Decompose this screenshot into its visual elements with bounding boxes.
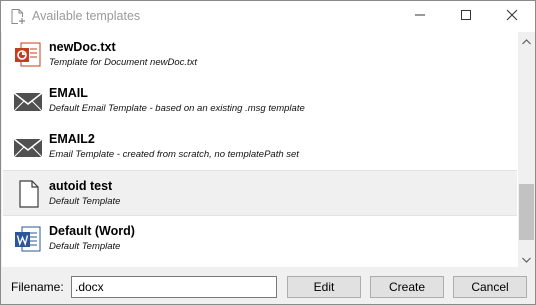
template-item-newdoc[interactable]: newDoc.txt Template for Document newDoc.… [3, 32, 517, 78]
create-button[interactable]: Create [370, 276, 444, 298]
word-document-icon [13, 224, 43, 254]
maximize-button[interactable] [443, 1, 489, 32]
template-item-email2[interactable]: EMAIL2 Email Template - created from scr… [3, 124, 517, 170]
template-description: Email Template - created from scratch, n… [49, 149, 299, 160]
template-name: Default (Word) [49, 224, 135, 238]
template-description: Default Template [49, 241, 121, 252]
template-name: newDoc.txt [49, 40, 116, 54]
minimize-button[interactable] [397, 1, 443, 32]
window-title: Available templates [32, 9, 141, 23]
template-description: Default Template [49, 196, 121, 207]
template-name: autoid test [49, 179, 113, 193]
close-icon [506, 8, 518, 26]
envelope-icon [13, 86, 43, 116]
blank-document-icon [13, 179, 43, 209]
template-item-default-word[interactable]: Default (Word) Default Template [3, 216, 517, 262]
maximize-icon [460, 8, 472, 26]
template-item-autoid-test[interactable]: autoid test Default Template [3, 170, 517, 216]
scroll-down-button[interactable] [518, 250, 535, 267]
presentation-doc-icon [13, 40, 43, 70]
template-description: Default Email Template - based on an exi… [49, 103, 305, 114]
scrollbar-thumb[interactable] [519, 184, 534, 240]
template-name: EMAIL [49, 86, 88, 100]
template-item-email[interactable]: EMAIL Default Email Template - based on … [3, 78, 517, 124]
filename-label: Filename: [11, 280, 64, 294]
cancel-button[interactable]: Cancel [453, 276, 527, 298]
template-list-panel: newDoc.txt Template for Document newDoc.… [2, 32, 535, 267]
chevron-down-icon [522, 250, 531, 268]
filename-input[interactable] [71, 276, 277, 298]
close-button[interactable] [489, 1, 535, 32]
title-bar[interactable]: Available templates [1, 1, 535, 32]
template-name: EMAIL2 [49, 132, 95, 146]
add-document-icon [10, 8, 26, 25]
envelope-icon [13, 132, 43, 162]
edit-button[interactable]: Edit [287, 276, 361, 298]
template-description: Template for Document newDoc.txt [49, 57, 198, 68]
available-templates-dialog: Available templates newDoc.txt Template … [0, 0, 536, 305]
minimize-icon [414, 8, 426, 26]
vertical-scrollbar[interactable] [518, 32, 535, 267]
template-list[interactable]: newDoc.txt Template for Document newDoc.… [2, 32, 517, 267]
dialog-footer: Filename: Edit Create Cancel [1, 267, 535, 304]
scroll-up-button[interactable] [518, 32, 535, 49]
chevron-up-icon [522, 32, 531, 50]
